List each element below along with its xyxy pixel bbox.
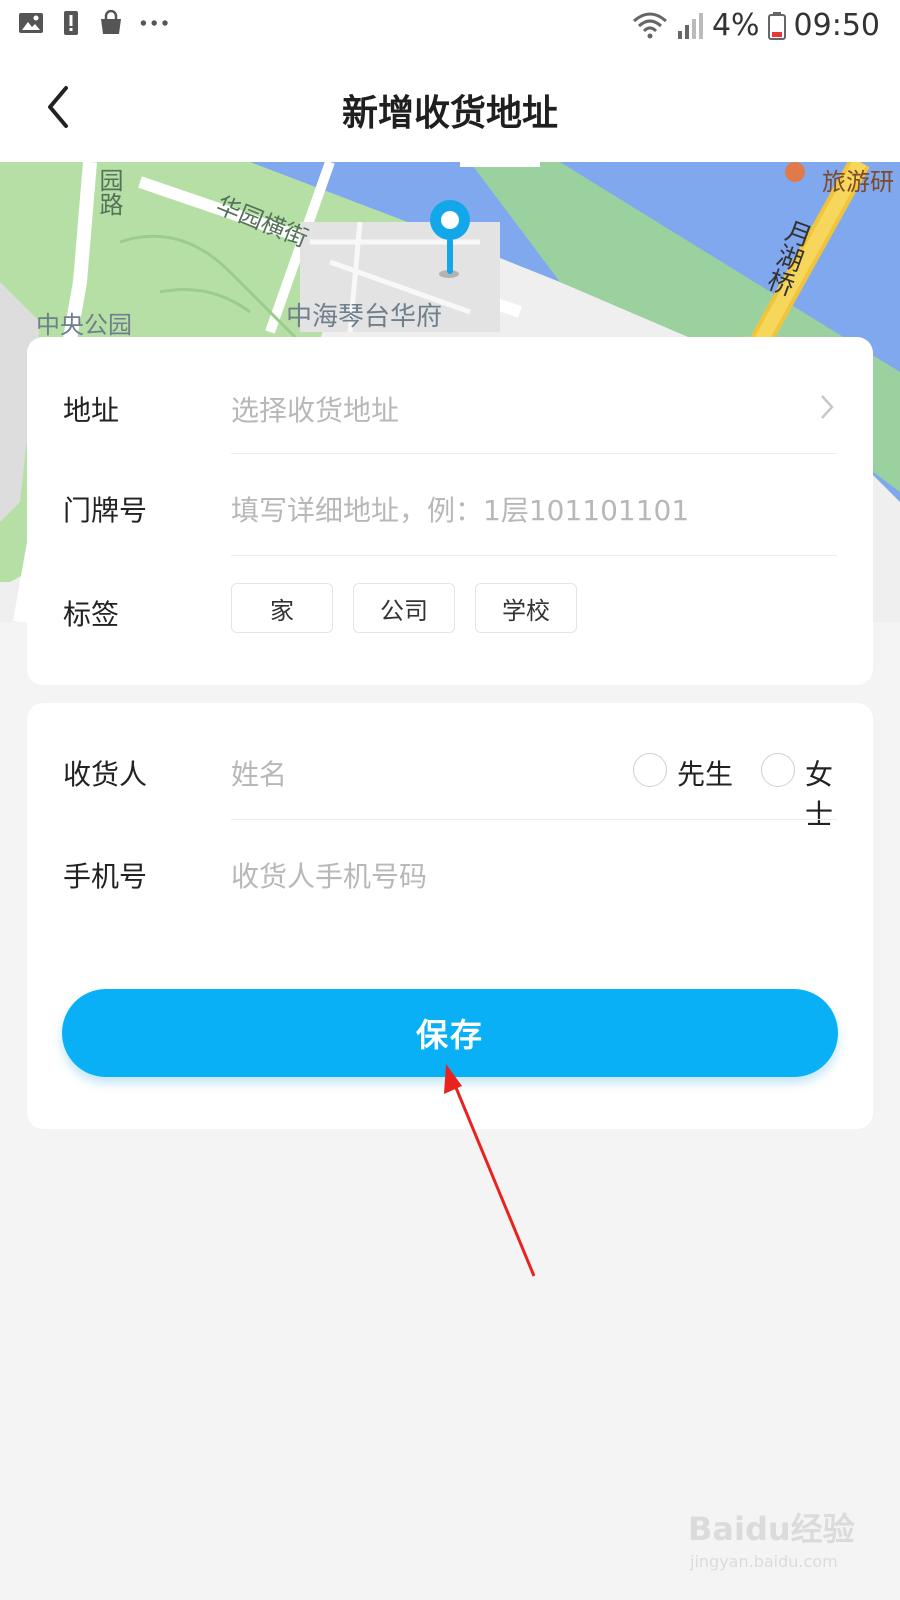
address-card: 地址 选择收货地址 门牌号 填写详细地址，例：1层101101101 标签 家 … [27,337,873,685]
phone-input[interactable]: 收货人手机号码 [231,855,427,895]
door-number-row: 门牌号 填写详细地址，例：1层101101101 [63,455,837,559]
address-row[interactable]: 地址 选择收货地址 [63,337,837,455]
address-label: 地址 [63,394,120,427]
save-button-label: 保存 [415,1016,484,1054]
tag-row: 标签 家 公司 学校 [63,559,837,669]
alert-icon [64,11,78,35]
phone-row: 手机号 收货人手机号码 [63,821,837,925]
phone-label: 手机号 [63,860,148,893]
divider [231,819,837,820]
save-button[interactable]: 保存 [62,989,838,1077]
door-number-label: 门牌号 [63,494,148,527]
signal-icon [677,12,703,39]
battery-percent: 4% [711,8,760,43]
map-label-park: 中央公园 [36,311,132,339]
tag-school-button[interactable]: 学校 [475,583,577,633]
tag-label: 标签 [63,598,120,631]
radio-mr-label[interactable]: 先生 [677,753,733,793]
chevron-right-icon [821,395,834,419]
map-label-building: 中海琴台华府 [286,302,443,332]
radio-mr[interactable] [633,753,667,787]
status-bar-left [18,10,174,36]
watermark-url: jingyan.baidu.com [690,1552,838,1571]
status-bar: 4% 09:50 [0,0,900,52]
radio-ms[interactable] [761,753,795,787]
status-bar-right: 4% 09:50 [632,8,880,43]
tag-home-button[interactable]: 家 [231,583,333,633]
battery-icon [767,11,786,40]
clock: 09:50 [793,8,880,43]
divider [231,555,837,556]
receiver-name-input[interactable]: 姓名 [231,753,287,793]
page-title: 新增收货地址 [341,93,558,134]
watermark: Baidu经验 jingyan.baidu.com [688,1504,858,1584]
map-label-road: 园路 [95,168,123,216]
tag-company-button[interactable]: 公司 [353,583,455,633]
receiver-label: 收货人 [63,758,148,791]
location-pin-icon [430,200,470,274]
divider [231,453,837,454]
receiver-row: 收货人 姓名 先生 女士 [63,703,837,831]
more-icon [140,20,168,26]
door-number-input[interactable]: 填写详细地址，例：1层101101101 [231,489,689,529]
shopping-bag-icon [101,10,121,34]
wifi-icon [632,12,667,38]
map-label-poi: 旅游研 [822,168,894,196]
address-select[interactable]: 选择收货地址 [231,389,399,429]
watermark-brand: Baidu经验 [688,1510,855,1548]
header: 新增收货地址 [0,52,900,162]
gallery-icon [19,13,43,33]
